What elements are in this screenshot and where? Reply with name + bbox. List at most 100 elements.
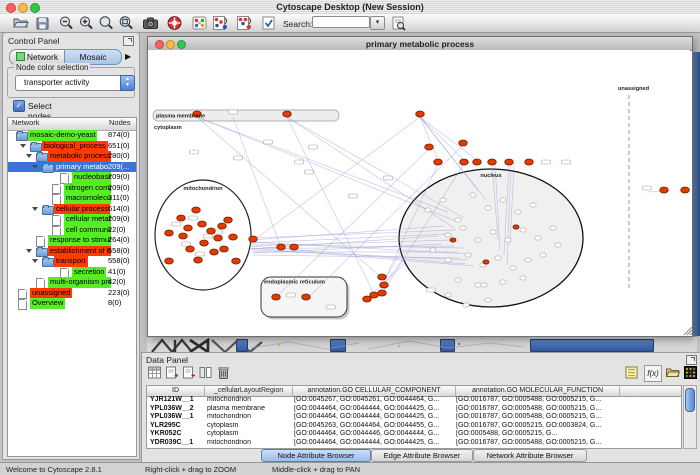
network-node[interactable]: [277, 244, 286, 250]
network-node[interactable]: [445, 233, 451, 237]
network-node[interactable]: [177, 215, 186, 221]
network-node[interactable]: [460, 159, 469, 165]
expander-icon[interactable]: [20, 144, 26, 148]
search-dropdown-button[interactable]: ▾: [370, 16, 385, 30]
help-lifesaver-icon[interactable]: [166, 15, 183, 31]
network-node[interactable]: [179, 233, 188, 239]
tree-row[interactable]: mosaic-demo-yeast874(0): [8, 130, 136, 141]
table-row[interactable]: YPL036W__2plasma membrane[GO:0044464, GO…: [147, 405, 681, 414]
network-node[interactable]: [485, 298, 491, 302]
network-node[interactable]: [475, 283, 481, 287]
tab-overflow-arrow-icon[interactable]: ▶: [125, 52, 131, 61]
tree-row[interactable]: unassigned223(0): [8, 288, 136, 299]
tree-row[interactable]: cell communicat22(0): [8, 225, 136, 236]
network-node[interactable]: [470, 193, 476, 197]
table-row[interactable]: YDR039C__1mitochondrion[GO:0044464, GO:0…: [147, 439, 681, 448]
formula-builder-icon[interactable]: f(x): [644, 365, 662, 382]
table-row[interactable]: YJR121W__1mitochondrion[GO:0045267, GO:0…: [147, 396, 681, 405]
select-attributes-icon[interactable]: [147, 365, 162, 380]
layout-two-icon[interactable]: [236, 15, 253, 31]
network-node[interactable]: [500, 280, 506, 284]
network-node[interactable]: [363, 296, 372, 302]
network-node[interactable]: [220, 246, 229, 252]
network-node[interactable]: [495, 256, 501, 260]
network-node[interactable]: [510, 266, 516, 270]
zoom-out-icon[interactable]: [58, 15, 75, 31]
network-node[interactable]: [500, 198, 506, 202]
expander-icon[interactable]: [26, 249, 32, 253]
zoom-selected-icon[interactable]: [98, 15, 115, 31]
table-scrollbar[interactable]: [683, 385, 697, 449]
network-node[interactable]: [520, 228, 526, 232]
network-node[interactable]: [488, 159, 497, 165]
attribute-table[interactable]: ID_cellularLayoutRegionannotation.GO CEL…: [146, 385, 682, 449]
tree-row[interactable]: response to stimulu264(0): [8, 235, 136, 246]
advanced-search-icon[interactable]: [390, 15, 407, 31]
network-node[interactable]: [290, 244, 299, 250]
tree-row[interactable]: nucleobase-209(0): [8, 172, 136, 183]
attribute-columns-icon[interactable]: [198, 365, 213, 380]
network-node[interactable]: [445, 258, 451, 262]
table-row[interactable]: YLR295Ccytoplasm[GO:0045263, GO:0044464,…: [147, 422, 681, 431]
network-node[interactable]: [186, 246, 195, 252]
network-node[interactable]: [465, 253, 471, 257]
network-node[interactable]: [249, 236, 258, 242]
tree-row[interactable]: cellular process614(0): [8, 204, 136, 215]
network-node[interactable]: [218, 223, 227, 229]
network-window-titlebar[interactable]: primary metabolic process: [148, 37, 692, 51]
network-node[interactable]: [455, 218, 461, 222]
network-node[interactable]: [378, 290, 387, 296]
network-node[interactable]: [481, 283, 487, 287]
tree-row[interactable]: secretion41(0): [8, 267, 136, 278]
dropdown-stepper-icon[interactable]: ▲▼: [120, 75, 135, 91]
network-node[interactable]: [194, 257, 203, 263]
expander-icon[interactable]: [32, 259, 38, 263]
network-node[interactable]: [505, 238, 511, 242]
network-node[interactable]: [463, 303, 469, 307]
attribute-matrix-icon[interactable]: [683, 365, 698, 380]
network-overview-icon[interactable]: [191, 15, 208, 31]
tree-row[interactable]: nitrogen compo209(0): [8, 183, 136, 194]
zoom-in-icon[interactable]: [78, 15, 95, 31]
tree-row[interactable]: transport558(0): [8, 256, 136, 267]
select-nodes-checkbox[interactable]: ✓: [13, 100, 25, 112]
network-canvas[interactable]: plasma membranecytoplasmmitochondrionnuc…: [148, 50, 690, 335]
tree-row[interactable]: macromolecule311(0): [8, 193, 136, 204]
network-node[interactable]: [660, 187, 669, 193]
network-node[interactable]: [525, 258, 531, 262]
network-node[interactable]: [550, 226, 556, 230]
tree-row[interactable]: metabolic process280(0): [8, 151, 136, 162]
network-node[interactable]: [475, 238, 481, 242]
expander-icon[interactable]: [32, 165, 38, 169]
network-node[interactable]: [232, 258, 241, 264]
network-node[interactable]: [198, 221, 207, 227]
network-node[interactable]: [229, 234, 238, 240]
layout-one-icon[interactable]: [212, 15, 229, 31]
network-node[interactable]: [272, 294, 281, 300]
tree-row[interactable]: primary metabo209(...: [8, 162, 136, 173]
import-attributes-icon[interactable]: [665, 365, 680, 380]
tab-edge-attribute-browser[interactable]: Edge Attribute Browser: [371, 449, 473, 462]
tree-row[interactable]: cellular metabo209(0): [8, 214, 136, 225]
tab-node-attribute-browser[interactable]: Node Attribute Browser: [261, 449, 371, 462]
network-node[interactable]: [555, 243, 561, 247]
network-node[interactable]: [184, 225, 193, 231]
network-node[interactable]: [460, 226, 466, 230]
network-node[interactable]: [485, 206, 491, 210]
tree-row[interactable]: establishment of lo558(0): [8, 246, 136, 257]
float-panel-icon[interactable]: [686, 355, 697, 365]
resize-grip-icon[interactable]: [681, 324, 693, 336]
network-node[interactable]: [283, 111, 292, 117]
tree-row[interactable]: biological_process651(0): [8, 141, 136, 152]
tree-row[interactable]: multi-organism pro42(0): [8, 277, 136, 288]
network-node[interactable]: [505, 159, 514, 165]
network-node[interactable]: [440, 198, 446, 202]
network-node[interactable]: [473, 159, 482, 165]
network-node[interactable]: [681, 187, 690, 193]
network-node[interactable]: [165, 230, 174, 236]
trash-icon[interactable]: [216, 365, 231, 380]
network-node[interactable]: [416, 111, 425, 117]
network-node[interactable]: [380, 282, 389, 288]
create-attribute-icon[interactable]: [164, 365, 179, 380]
network-node[interactable]: [425, 144, 434, 150]
